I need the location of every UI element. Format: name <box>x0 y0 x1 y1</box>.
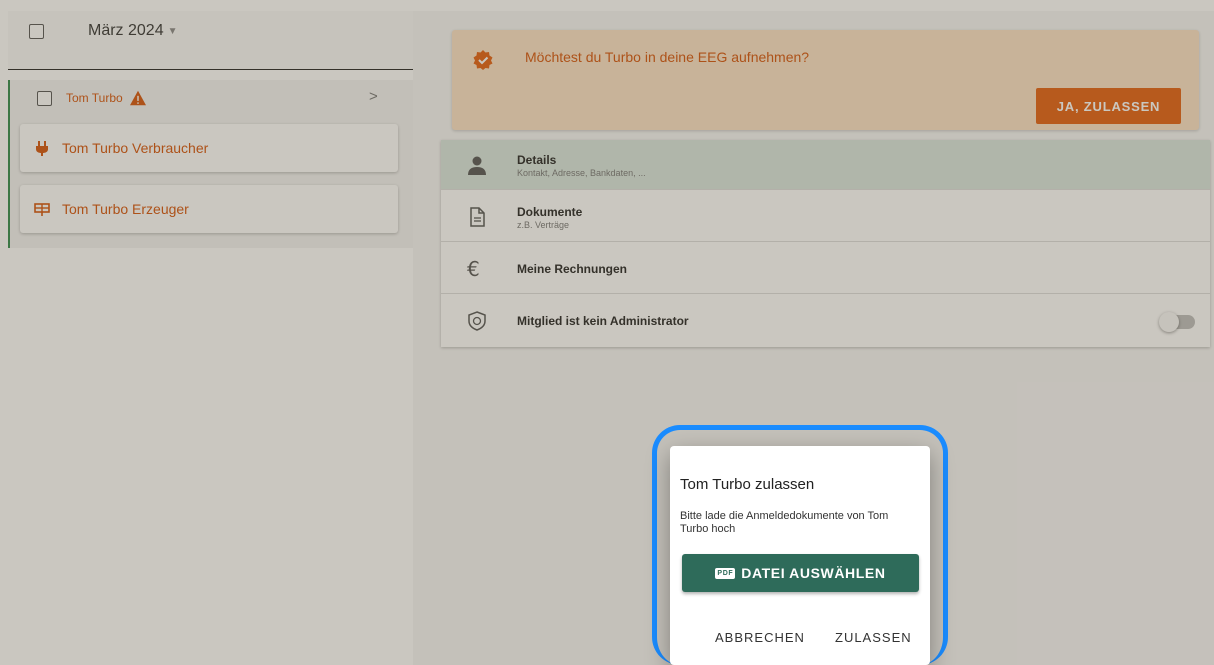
confirm-admit-button[interactable]: ZULASSEN <box>835 630 912 645</box>
admit-dialog: Tom Turbo zulassen Bitte lade die Anmeld… <box>670 446 930 665</box>
cancel-button[interactable]: ABBRECHEN <box>715 630 805 645</box>
choose-file-label: DATEI AUSWÄHLEN <box>741 565 886 581</box>
dialog-title: Tom Turbo zulassen <box>680 476 815 493</box>
modal-backdrop[interactable] <box>0 0 1214 665</box>
pdf-icon: PDF <box>715 567 736 579</box>
choose-file-button[interactable]: PDF DATEI AUSWÄHLEN <box>682 554 919 592</box>
dialog-text: Bitte lade die Anmeldedokumente von Tom … <box>680 510 889 535</box>
